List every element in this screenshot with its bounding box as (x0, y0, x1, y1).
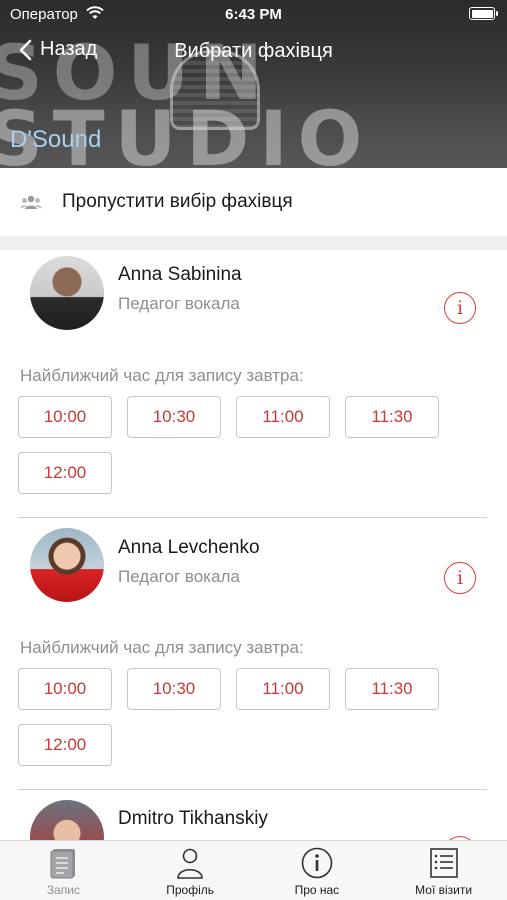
slots-caption: Найближчий час для запису завтра: (20, 638, 304, 657)
info-icon[interactable]: i (444, 562, 476, 594)
tab-label: Запис (46, 883, 80, 897)
specialist-name[interactable]: Dmitro Tikhanskiy (118, 808, 268, 830)
specialist-role: Педагог вокала (118, 567, 240, 586)
status-bar: Оператор 6:43 PM (0, 0, 507, 30)
tab-booking[interactable]: Запис (0, 841, 127, 900)
time-slot-button[interactable]: 12:00 (18, 452, 112, 494)
time-slot-button[interactable]: 11:30 (345, 668, 439, 710)
time-slot-button[interactable]: 11:30 (345, 396, 439, 438)
slots-caption: Найближчий час для запису завтра: (20, 366, 304, 385)
page-title: Вибрати фахівця (174, 40, 333, 62)
specialist-card: Anna Sabinina Педагог вокала i Найближчи… (0, 250, 507, 518)
battery-icon (469, 7, 498, 20)
profile-icon (177, 848, 203, 879)
skip-specialist-row[interactable]: Пропустити вибір фахівця (0, 168, 507, 236)
tab-about[interactable]: Про нас (254, 841, 381, 900)
info-icon[interactable]: i (444, 292, 476, 324)
specialist-card: Anna Levchenko Педагог вокала i Найближч… (0, 518, 507, 790)
clock: 6:43 PM (225, 6, 282, 23)
tab-label: Профіль (166, 883, 214, 897)
tab-label: Про нас (294, 883, 340, 897)
specialist-role: Педагог вокала (118, 294, 240, 313)
visits-list-icon (429, 848, 458, 878)
section-divider (0, 236, 507, 250)
avatar[interactable] (30, 256, 104, 330)
time-slot-button[interactable]: 11:00 (236, 396, 330, 438)
specialist-name[interactable]: Anna Sabinina (118, 264, 242, 286)
skip-label: Пропустити вибір фахівця (62, 191, 293, 212)
group-icon (20, 195, 42, 209)
time-slot-button[interactable]: 12:00 (18, 724, 112, 766)
booking-icon (50, 849, 76, 879)
tab-profile[interactable]: Профіль (127, 841, 254, 900)
specialist-name[interactable]: Anna Levchenko (118, 537, 260, 559)
avatar[interactable] (30, 800, 104, 840)
time-slot-button[interactable]: 10:30 (127, 668, 221, 710)
tab-label: Мої візити (415, 883, 473, 897)
tab-bar: Запис Профіль Про нас Мої візити (0, 840, 507, 900)
time-slot-button[interactable]: 11:00 (236, 668, 330, 710)
brand-name: D'Sound (10, 126, 102, 153)
tab-my-visits[interactable]: Мої візити (380, 841, 507, 900)
specialist-card: Dmitro Tikhanskiy (0, 790, 507, 840)
header-banner: SOUN STUDIO Оператор 6:43 PM Назад Вибра… (0, 0, 507, 168)
info-icon (301, 847, 333, 879)
time-slot-button[interactable]: 10:30 (127, 396, 221, 438)
time-slot-button[interactable]: 10:00 (18, 668, 112, 710)
avatar[interactable] (30, 528, 104, 602)
time-slot-button[interactable]: 10:00 (18, 396, 112, 438)
